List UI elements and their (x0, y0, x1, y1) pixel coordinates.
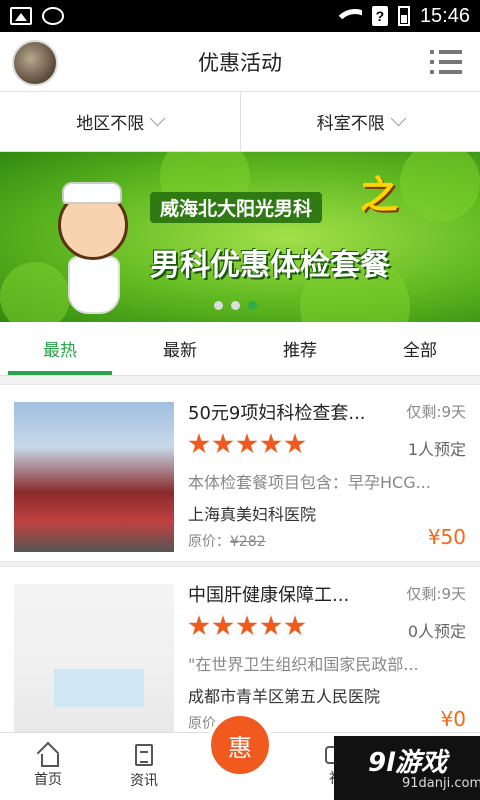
avatar[interactable] (12, 40, 58, 86)
star-icon (284, 433, 306, 454)
booking-count: 0人预定 (407, 622, 466, 641)
rating-stars (188, 615, 306, 637)
star-icon (236, 615, 258, 636)
list-menu-icon[interactable] (430, 50, 462, 74)
sale-price: ¥0 (440, 707, 466, 731)
nav-news[interactable]: 资讯 (96, 733, 192, 800)
carousel-dot-active[interactable] (248, 301, 257, 310)
page-title: 优惠活动 (198, 50, 282, 75)
sim-unknown-icon: ? (371, 6, 388, 26)
tab-all[interactable]: 全部 (360, 322, 480, 375)
status-bar: ? 15:46 (0, 0, 480, 32)
banner-hospital-name: 威海北大阳光男科 (150, 192, 323, 223)
nav-home[interactable]: 首页 (0, 733, 96, 800)
carousel-indicator (214, 301, 257, 310)
region-filter[interactable]: 地区不限 (0, 92, 240, 151)
news-icon (135, 743, 153, 766)
promo-banner[interactable]: 威海北大阳光男科 之 男科优惠体检套餐 (0, 152, 480, 322)
original-price: 原价：¥282 (188, 534, 266, 550)
star-icon (260, 433, 282, 454)
region-filter-label: 地区不限 (76, 114, 145, 134)
star-icon (260, 615, 282, 636)
wifi-icon (337, 7, 362, 25)
watermark-url: 91danji.com (402, 776, 480, 791)
star-icon (212, 433, 234, 454)
app-notification-icon (42, 7, 64, 25)
department-filter[interactable]: 科室不限 (239, 92, 480, 151)
home-icon (37, 745, 59, 767)
star-icon (236, 433, 258, 454)
item-description: 本体检套餐项目包含：早孕HCG... (188, 473, 431, 492)
category-tabs: 最热 最新 推荐 全部 (0, 322, 480, 376)
item-description: "在世界卫生组织和国家民政部... (188, 655, 419, 674)
nav-news-label: 资讯 (130, 772, 158, 789)
chevron-down-icon (149, 110, 166, 127)
star-icon (284, 615, 306, 636)
nurse-illustration (40, 182, 150, 317)
app-header: 优惠活动 (0, 32, 480, 92)
booking-count: 1人预定 (407, 440, 466, 459)
carousel-dot[interactable] (231, 301, 240, 310)
carousel-dot[interactable] (214, 301, 223, 310)
image-notification-icon (10, 7, 32, 25)
star-icon (188, 433, 210, 454)
item-title: 50元9项妇科检查套... (188, 403, 366, 424)
remaining-days: 仅剩:9天 (406, 585, 466, 603)
hospital-name: 上海真美妇科医院 (188, 505, 317, 524)
star-icon (212, 615, 234, 636)
remaining-days: 仅剩:9天 (406, 403, 466, 421)
tab-newest[interactable]: 最新 (120, 322, 240, 375)
watermark-logo: 9l游戏 (368, 748, 448, 778)
list-item[interactable]: 50元9项妇科检查套... 仅剩:9天 1人预定 本体检套餐项目包含：早孕HCG… (0, 384, 480, 562)
item-title: 中国肝健康保障工... (188, 585, 350, 606)
banner-badge: 之 (360, 173, 399, 217)
hospital-name: 成都市青羊区第五人民医院 (188, 687, 381, 706)
department-filter-label: 科室不限 (316, 114, 385, 134)
star-icon (188, 615, 210, 636)
tab-hottest[interactable]: 最热 (0, 322, 120, 375)
clock: 15:46 (419, 4, 470, 27)
rating-stars (188, 433, 306, 455)
tab-recommended[interactable]: 推荐 (240, 322, 360, 375)
discount-center-button[interactable]: 惠 (207, 712, 273, 778)
hospital-photo (14, 584, 174, 734)
battery-icon (397, 6, 410, 26)
filter-bar: 地区不限 科室不限 (0, 92, 480, 152)
nav-home-label: 首页 (34, 771, 62, 788)
chevron-down-icon (390, 110, 407, 127)
watermark: 9l游戏 91danji.com (334, 736, 480, 800)
sale-price: ¥50 (427, 525, 466, 549)
banner-headline: 男科优惠体检套餐 (150, 248, 390, 283)
hospital-photo (14, 402, 174, 552)
